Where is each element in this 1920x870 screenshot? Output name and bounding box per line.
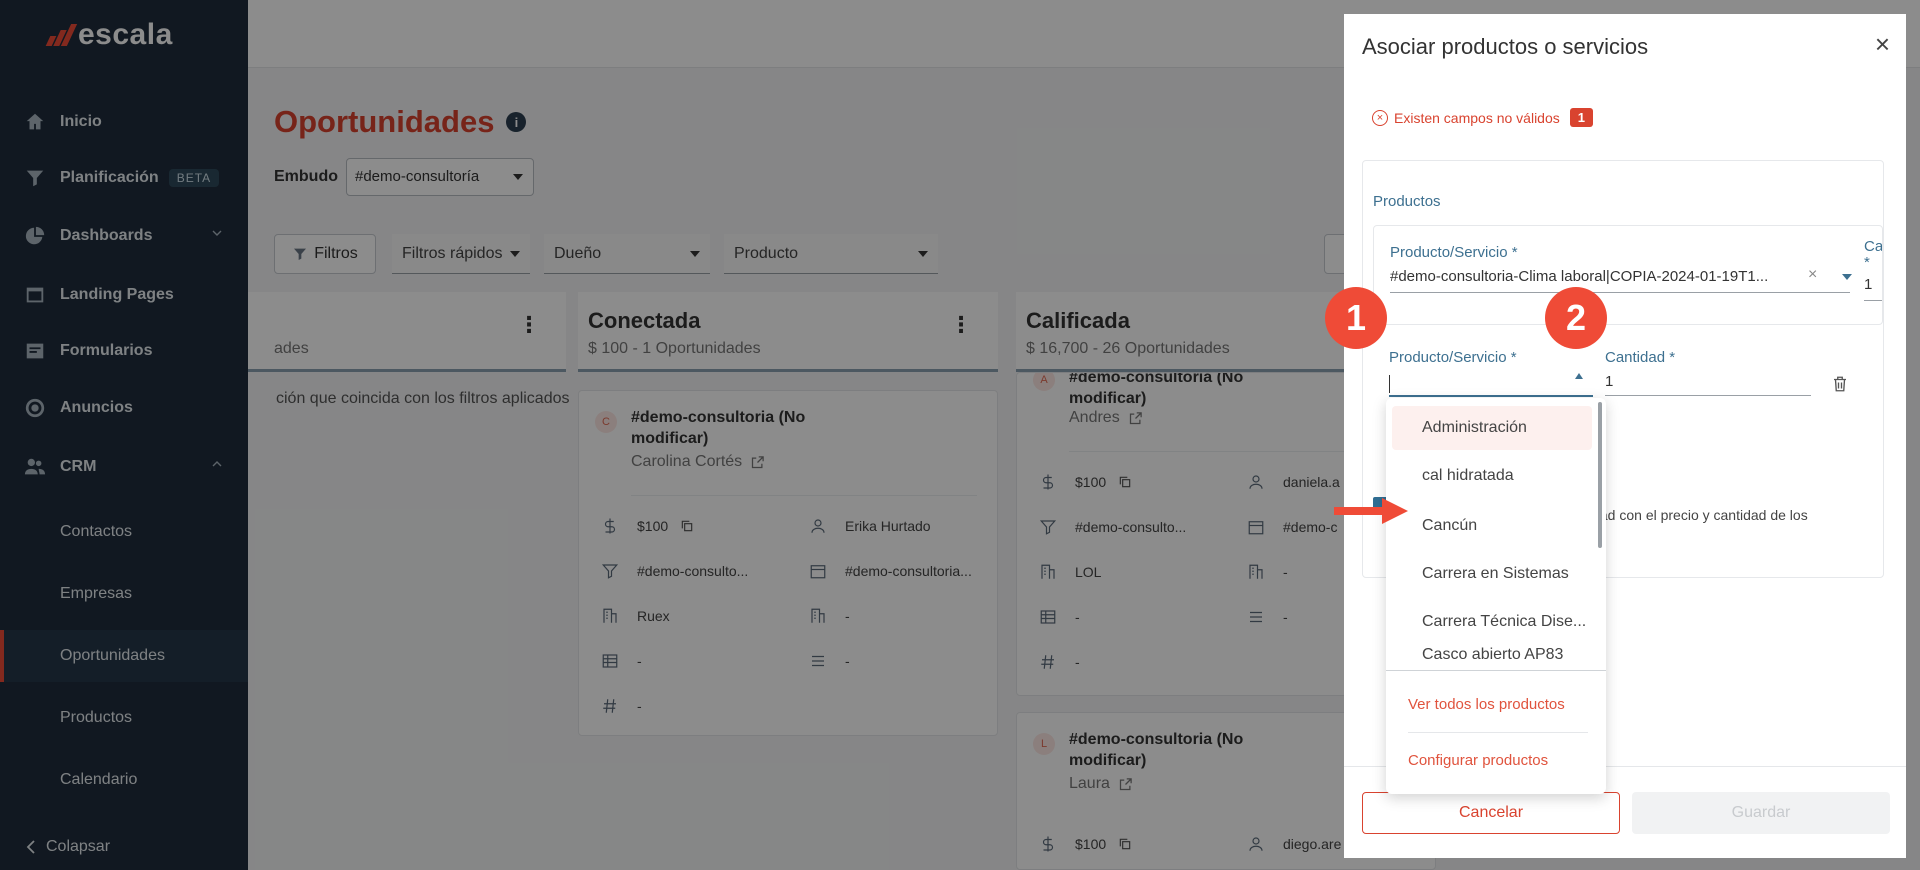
text-cursor (1389, 375, 1390, 393)
quantity-required-mark: * (1864, 254, 1870, 271)
dropdown-divider (1408, 732, 1588, 733)
dropdown-divider (1386, 670, 1606, 671)
clear-icon[interactable]: × (1808, 266, 1817, 284)
products-label: Productos (1373, 193, 1441, 210)
step-badge-1: 1 (1325, 287, 1387, 349)
modal-title: Asociar productos o servicios (1362, 34, 1649, 59)
view-all-products-link[interactable]: Ver todos los productos (1408, 696, 1565, 713)
product-search-input[interactable] (1389, 373, 1593, 395)
error-text: Existen campos no válidos (1394, 109, 1560, 126)
sync-checkbox-label: idad con el precio y cantidad de los (1589, 507, 1808, 523)
product-field-label: Producto/Servicio * (1389, 349, 1517, 366)
quantity-field-label: Cantid (1864, 238, 1883, 255)
cancel-button[interactable]: Cancelar (1362, 792, 1620, 834)
dropdown-option[interactable]: Carrera Técnica Dise... (1392, 600, 1592, 644)
product-row-1: Producto/Servicio * #demo-consultoria-Cl… (1373, 225, 1883, 325)
dropdown-option[interactable]: cal hidratada (1392, 454, 1592, 498)
dropdown-option[interactable]: Casco abierto AP83 (1392, 644, 1592, 668)
error-circle-icon: × (1372, 109, 1388, 126)
dropdown-option[interactable]: Carrera en Sistemas (1392, 552, 1592, 596)
configure-products-link[interactable]: Configurar productos (1408, 752, 1548, 769)
product-select-value[interactable]: #demo-consultoria-Clima laboral|COPIA-20… (1390, 268, 1806, 285)
quantity-underline (1864, 300, 1882, 301)
quantity-input[interactable]: 1 (1605, 373, 1625, 390)
quantity-underline (1605, 395, 1811, 396)
validation-error: × Existen campos no válidos 1 (1372, 108, 1593, 127)
product-field-underline (1390, 292, 1850, 293)
caret-up-icon[interactable] (1575, 373, 1583, 379)
quantity-input[interactable]: 1 (1864, 276, 1882, 293)
dropdown-option[interactable]: Administración (1392, 406, 1592, 450)
quantity-field-label: Cantidad * (1605, 349, 1676, 366)
close-icon[interactable]: × (1875, 31, 1890, 57)
product-field-underline (1389, 395, 1593, 397)
trash-icon[interactable] (1831, 375, 1849, 393)
product-field-label: Producto/Servicio * (1390, 244, 1518, 261)
product-dropdown: Administración cal hidratada Cancún Carr… (1386, 398, 1606, 794)
step-badge-2: 2 (1545, 287, 1607, 349)
error-count-badge: 1 (1569, 108, 1593, 127)
arrow-right-icon (1334, 498, 1408, 524)
caret-down-icon[interactable] (1842, 274, 1852, 280)
dropdown-scrollbar[interactable] (1598, 402, 1602, 548)
save-button[interactable]: Guardar (1632, 792, 1890, 834)
dropdown-option[interactable]: Cancún (1392, 504, 1592, 548)
